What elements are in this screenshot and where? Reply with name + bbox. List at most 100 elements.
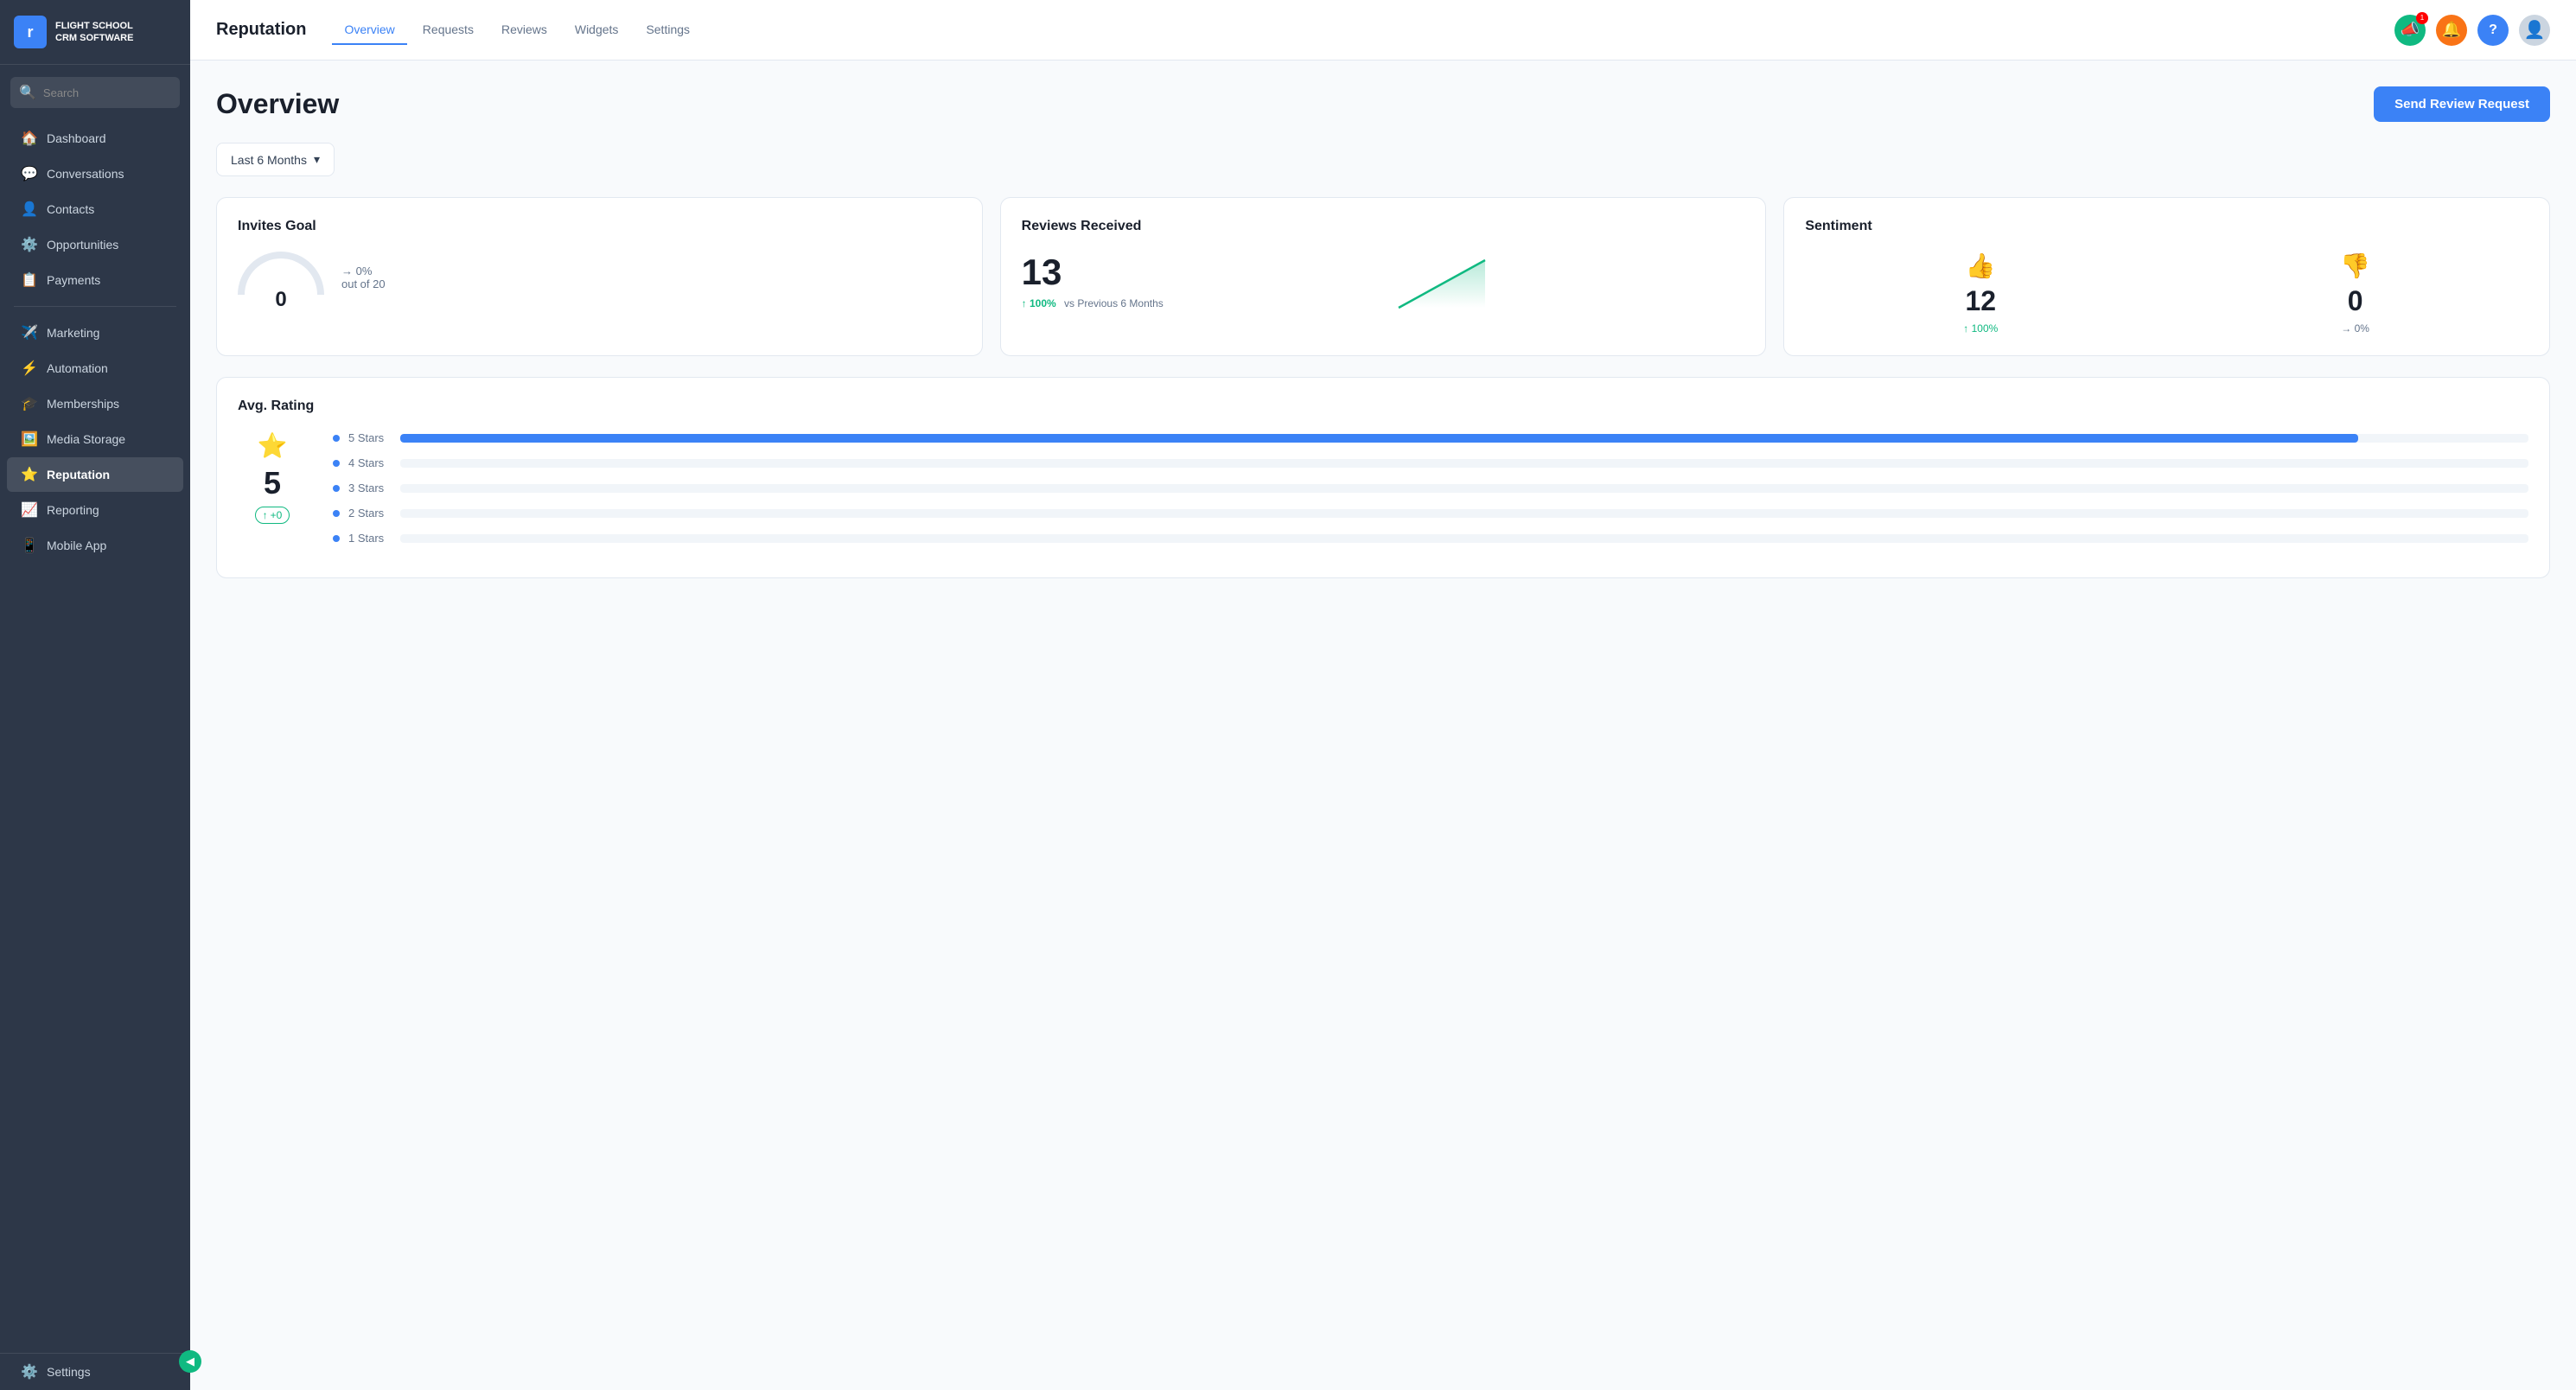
sidebar-item-media-storage[interactable]: 🖼️ Media Storage (7, 422, 183, 456)
avg-content: ⭐ 5 ↑ +0 5 Stars (238, 431, 2528, 557)
sidebar-item-settings[interactable]: ⚙️ Settings (7, 1355, 183, 1389)
logo-icon: r (14, 16, 47, 48)
bar-row-5stars: 5 Stars (333, 431, 2528, 444)
avg-left: ⭐ 5 ↑ +0 (238, 431, 307, 524)
bar-dot (333, 435, 340, 442)
reviews-line-chart (1390, 252, 1494, 312)
bar-track (400, 459, 2528, 468)
sidebar-item-memberships[interactable]: 🎓 Memberships (7, 386, 183, 421)
tab-widgets[interactable]: Widgets (563, 16, 631, 45)
chevron-down-icon: ▾ (314, 152, 320, 167)
megaphone-button[interactable]: 📣 1 (2394, 15, 2426, 46)
bar-label: 5 Stars (348, 431, 392, 444)
avg-change-value: +0 (271, 509, 283, 521)
sentiment-negative-pct: → 0% (2341, 322, 2369, 335)
bar-track (400, 534, 2528, 543)
invites-goal-title: Invites Goal (238, 219, 961, 234)
sidebar-item-opportunities[interactable]: ⚙️ Opportunities (7, 227, 183, 262)
sidebar-item-reputation[interactable]: ⭐ Reputation (7, 457, 183, 492)
bar-row-4stars: 4 Stars (333, 456, 2528, 469)
bar-label: 3 Stars (348, 481, 392, 494)
invites-meta: → 0% out of 20 (341, 265, 386, 290)
reviews-up-pct: ↑ 100% (1022, 297, 1056, 309)
thumbs-down-icon: 👎 (2340, 252, 2370, 280)
sidebar-item-label: Reporting (47, 503, 99, 517)
page-section-title: Reputation (216, 20, 306, 40)
sidebar-logo: r FLIGHT SCHOOL CRM SOFTWARE (0, 0, 190, 65)
top-nav: Reputation Overview Requests Reviews Wid… (190, 0, 2576, 61)
search-input[interactable] (43, 86, 190, 99)
reviews-received-card: Reviews Received 13 ↑ 100% vs Previous 6… (1000, 197, 1767, 356)
gauge: 0 (238, 252, 324, 303)
reviews-content: 13 ↑ 100% vs Previous 6 Months (1022, 252, 1745, 312)
invites-out-of: out of 20 (341, 277, 386, 290)
sidebar-item-label: Dashboard (47, 131, 106, 145)
automation-icon: ⚡ (21, 360, 38, 377)
sidebar-bottom: ⚙️ Settings (0, 1353, 190, 1390)
tab-overview[interactable]: Overview (332, 16, 406, 45)
logo-line1: FLIGHT SCHOOL (55, 20, 133, 32)
help-button[interactable]: ? (2477, 15, 2509, 46)
content-area: Overview Send Review Request Last 6 Mont… (190, 61, 2576, 1390)
tab-reviews[interactable]: Reviews (489, 16, 559, 45)
avatar[interactable]: 👤 (2519, 15, 2550, 46)
send-review-request-button[interactable]: Send Review Request (2374, 86, 2550, 122)
tab-settings[interactable]: Settings (634, 16, 702, 45)
sidebar-item-label: Settings (47, 1365, 91, 1379)
bell-button[interactable]: 🔔 (2436, 15, 2467, 46)
filter-row: Last 6 Months ▾ (216, 143, 2550, 176)
sidebar-item-label: Payments (47, 273, 100, 287)
dashboard-icon: 🏠 (21, 130, 38, 147)
bars-area: 5 Stars 4 Stars (333, 431, 2528, 557)
bar-track (400, 509, 2528, 518)
stats-row: Invites Goal 0 → 0% out of 20 (216, 197, 2550, 356)
mobile-app-icon: 📱 (21, 537, 38, 554)
sidebar-item-label: Media Storage (47, 432, 125, 446)
sidebar-item-label: Marketing (47, 326, 99, 340)
marketing-icon: ✈️ (21, 324, 38, 341)
sidebar-item-mobile-app[interactable]: 📱 Mobile App (7, 528, 183, 563)
sentiment-positive-count: 12 (1965, 285, 1996, 317)
sidebar-item-contacts[interactable]: 👤 Contacts (7, 192, 183, 226)
sidebar-item-label: Conversations (47, 167, 124, 181)
avg-rating-title: Avg. Rating (238, 399, 2528, 414)
sidebar-item-payments[interactable]: 📋 Payments (7, 263, 183, 297)
avg-score: 5 (264, 465, 281, 501)
bar-track (400, 434, 2528, 443)
sidebar-collapse-button[interactable]: ◀ (179, 1350, 201, 1373)
sentiment-card: Sentiment 👍 12 ↑ 100% 👎 0 → 0% (1783, 197, 2550, 356)
sidebar-item-conversations[interactable]: 💬 Conversations (7, 156, 183, 191)
reviews-received-title: Reviews Received (1022, 219, 1745, 234)
reporting-icon: 📈 (21, 501, 38, 519)
top-tabs: Overview Requests Reviews Widgets Settin… (332, 16, 702, 44)
sentiment-positive: 👍 12 ↑ 100% (1963, 252, 1998, 335)
arrow-right-icon: → (341, 265, 356, 277)
reviews-pct-value: 100% (1030, 297, 1056, 309)
filter-label: Last 6 Months (231, 153, 307, 167)
invites-goal-card: Invites Goal 0 → 0% out of 20 (216, 197, 983, 356)
conversations-icon: 💬 (21, 165, 38, 182)
bar-row-3stars: 3 Stars (333, 481, 2528, 494)
sidebar-item-label: Memberships (47, 397, 119, 411)
avg-change-badge: ↑ +0 (255, 507, 290, 524)
bar-track (400, 484, 2528, 493)
sidebar-item-dashboard[interactable]: 🏠 Dashboard (7, 121, 183, 156)
reviews-vs-label: vs Previous 6 Months (1064, 297, 1164, 309)
date-filter-dropdown[interactable]: Last 6 Months ▾ (216, 143, 335, 176)
bar-label: 2 Stars (348, 507, 392, 520)
bar-dot (333, 535, 340, 542)
sidebar-item-reporting[interactable]: 📈 Reporting (7, 493, 183, 527)
bar-dot (333, 485, 340, 492)
sidebar: r FLIGHT SCHOOL CRM SOFTWARE 🔍 ⌘K + 🏠 Da… (0, 0, 190, 1390)
reviews-chart (1390, 252, 1744, 312)
reviews-count: 13 (1022, 254, 1376, 290)
sidebar-item-marketing[interactable]: ✈️ Marketing (7, 316, 183, 350)
tab-requests[interactable]: Requests (411, 16, 486, 45)
search-icon: 🔍 (19, 84, 36, 101)
thumbs-up-icon: 👍 (1966, 252, 1996, 280)
settings-icon: ⚙️ (21, 1363, 38, 1380)
invites-content: 0 → 0% out of 20 (238, 252, 961, 303)
sidebar-item-automation[interactable]: ⚡ Automation (7, 351, 183, 386)
star-icon: ⭐ (258, 431, 288, 460)
main-area: Reputation Overview Requests Reviews Wid… (190, 0, 2576, 1390)
